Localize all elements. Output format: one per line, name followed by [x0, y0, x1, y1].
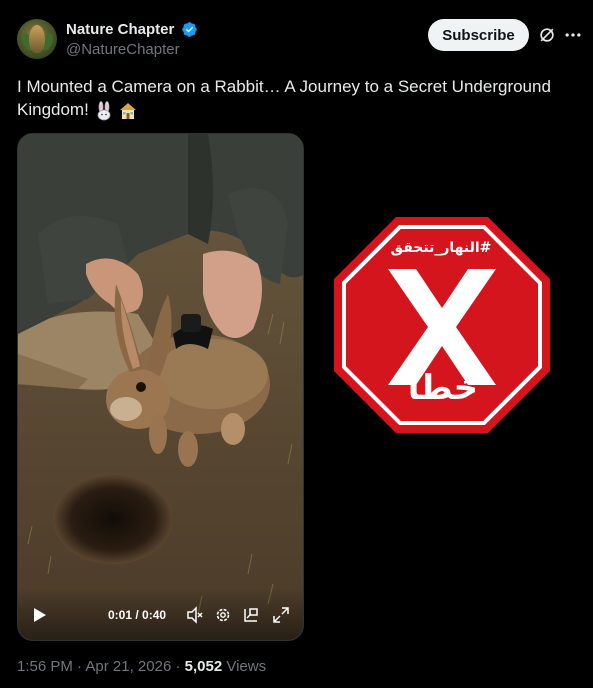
fullscreen-icon[interactable]: [272, 606, 290, 624]
fact-check-hashtag: #النهار_تتحقق: [390, 240, 492, 256]
post-time[interactable]: 1:56 PM: [17, 658, 73, 675]
fact-check-verdict: خطأ: [407, 368, 479, 408]
video-player[interactable]: 0:01 / 0:40: [17, 133, 304, 641]
post-text: I Mounted a Camera on a Rabbit… A Journe…: [17, 75, 577, 121]
verified-badge-icon: [182, 22, 197, 37]
post-meta: 1:56 PM · Apr 21, 2026 · 5,052 Views: [17, 658, 266, 675]
video-frame: [18, 134, 303, 640]
subscribe-button[interactable]: Subscribe: [428, 19, 529, 51]
play-icon[interactable]: [31, 607, 47, 623]
grok-icon[interactable]: [537, 25, 557, 45]
views-label: Views: [222, 658, 267, 675]
mute-icon[interactable]: [186, 606, 204, 624]
author-handle[interactable]: @NatureChapter: [66, 41, 180, 58]
meta-separator: ·: [171, 658, 185, 675]
views-count: 5,052: [184, 658, 223, 675]
meta-separator: ·: [72, 658, 86, 675]
pip-icon[interactable]: [242, 606, 260, 624]
settings-icon[interactable]: [214, 606, 232, 624]
post: Nature Chapter @NatureChapter Subscribe …: [0, 0, 593, 688]
more-icon[interactable]: [563, 25, 583, 45]
author-name[interactable]: Nature Chapter: [66, 21, 174, 38]
video-controls: 0:01 / 0:40: [18, 588, 303, 640]
post-date[interactable]: Apr 21, 2026: [85, 658, 171, 675]
rabbit-emoji-icon: [97, 100, 110, 120]
author-avatar[interactable]: [17, 19, 57, 59]
house-emoji-icon: [120, 102, 137, 119]
video-time: 0:01 / 0:40: [108, 608, 167, 622]
